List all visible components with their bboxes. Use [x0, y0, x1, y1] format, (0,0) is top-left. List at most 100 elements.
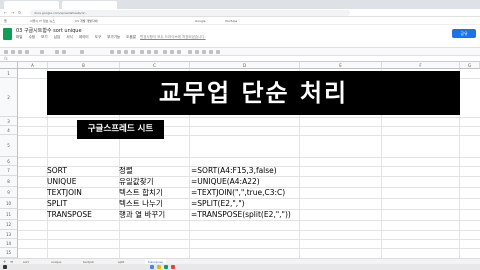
column-header[interactable]: F	[382, 62, 460, 69]
borders-icon[interactable]	[147, 50, 151, 54]
bookmark-item[interactable]: YouTube	[225, 18, 237, 24]
row-header[interactable]: 11	[0, 209, 18, 220]
column-header[interactable]: B	[48, 62, 120, 69]
italic-icon[interactable]	[117, 50, 121, 54]
function-formula-cell[interactable]: =TRANSPOSE(split(E2,","))	[191, 210, 291, 220]
row-header[interactable]: 3	[0, 117, 18, 126]
row-header[interactable]: 1	[0, 69, 18, 78]
function-desc-cell[interactable]: 유일값찾기	[119, 177, 154, 187]
reload-icon[interactable]: ↻	[18, 10, 21, 15]
column-header[interactable]: E	[300, 62, 382, 69]
app-icon[interactable]	[164, 265, 168, 269]
column-header[interactable]: D	[190, 62, 300, 69]
paint-format-icon[interactable]	[25, 50, 29, 54]
comment-icon[interactable]	[195, 50, 199, 54]
sheets-logo-icon[interactable]	[3, 28, 12, 40]
menu-addons[interactable]: 부가기능	[107, 35, 120, 39]
row-header[interactable]: 8	[0, 176, 18, 187]
row-header[interactable]: 6	[0, 157, 18, 166]
browser-tab-active[interactable]: 03 구글시트함수 sort unique	[62, 1, 117, 17]
app-icon[interactable]	[171, 265, 175, 269]
menu-data[interactable]: 데이터	[79, 35, 89, 39]
bookmark-item[interactable]: Google	[195, 18, 206, 24]
column-header[interactable]: A	[18, 62, 48, 69]
text-color-icon[interactable]	[131, 50, 135, 54]
function-name-cell[interactable]: UNIQUE	[47, 177, 76, 187]
title-banner[interactable]: 교무업 단순 처리	[47, 71, 460, 115]
function-formula-cell[interactable]: =UNIQUE(A4:A22)	[191, 177, 260, 187]
row-header[interactable]: 7	[0, 166, 18, 176]
share-button[interactable]: 공유	[452, 29, 476, 38]
function-icon[interactable]	[216, 50, 220, 54]
menu-format[interactable]: 서식	[66, 35, 72, 39]
row-header[interactable]: 14	[0, 239, 18, 248]
save-notice[interactable]: 변경사항이 모두 드라이브에 저장되었습니다.	[140, 35, 206, 40]
menu-insert[interactable]: 삽입	[54, 35, 60, 39]
function-name-cell[interactable]: TEXTJOIN	[47, 188, 82, 198]
address-bar-row: ← → ↻ docs.google.com/spreadsheets/d/...	[0, 9, 480, 17]
percent-icon[interactable]	[62, 50, 66, 54]
column-header[interactable]: C	[120, 62, 190, 69]
function-formula-cell[interactable]: =SPLIT(E2,",")	[191, 199, 245, 209]
url-input[interactable]: docs.google.com/spreadsheets/d/...	[30, 10, 350, 16]
subtitle-banner[interactable]: 구글스프레드 시트	[77, 120, 164, 139]
function-desc-cell[interactable]: 텍스트 합치기	[119, 188, 163, 198]
font-icon[interactable]	[80, 50, 84, 54]
row-header[interactable]: 4	[0, 126, 18, 135]
folder-icon[interactable]	[157, 265, 161, 269]
zoom-icon[interactable]	[40, 50, 44, 54]
chrome-icon[interactable]	[150, 265, 154, 269]
link-icon[interactable]	[188, 50, 192, 54]
windows-start-icon[interactable]	[3, 265, 7, 269]
menu-view[interactable]: 보기	[41, 35, 47, 39]
bookmark-item[interactable]: CS 개발 개발자에	[75, 18, 97, 24]
menu-tools[interactable]: 도구	[95, 35, 101, 39]
row-header[interactable]: 2	[0, 78, 18, 117]
function-formula-cell[interactable]: =SORT(A4:F15,3,false)	[191, 166, 277, 176]
forward-icon[interactable]: →	[11, 10, 14, 15]
bookmark-item[interactable]: 앱	[4, 18, 7, 24]
undo-icon[interactable]	[4, 50, 8, 54]
row-gridline	[18, 117, 480, 118]
select-all-corner[interactable]	[0, 62, 18, 69]
fill-color-icon[interactable]	[140, 50, 144, 54]
row-header[interactable]: 12	[0, 220, 18, 230]
row-gridline	[18, 248, 480, 249]
menu-help[interactable]: 도움말	[126, 35, 136, 39]
function-desc-cell[interactable]: 텍스트 나누기	[119, 199, 163, 209]
print-icon[interactable]	[18, 50, 22, 54]
column-header[interactable]: G	[460, 62, 480, 69]
bookmark-item[interactable]: 서울시 IT 정보 뉴스	[30, 18, 55, 24]
row-header[interactable]: 10	[0, 198, 18, 209]
function-name-cell[interactable]: SPLIT	[47, 199, 67, 209]
row-gridline	[18, 220, 480, 221]
valign-icon[interactable]	[170, 50, 174, 54]
function-name-cell[interactable]: SORT	[47, 166, 67, 176]
currency-icon[interactable]	[55, 50, 59, 54]
wrap-icon[interactable]	[177, 50, 181, 54]
back-icon[interactable]: ←	[4, 10, 7, 15]
row-header[interactable]: 9	[0, 187, 18, 198]
function-formula-cell[interactable]: =TEXTJOIN(",",true,C3:C)	[191, 188, 285, 198]
row-header[interactable]: 5	[0, 135, 18, 157]
menu-edit[interactable]: 수정	[29, 35, 35, 39]
redo-icon[interactable]	[11, 50, 15, 54]
bookmarks-bar: 앱 서울시 IT 정보 뉴스 CS 개발 개발자에 Google YouTube	[0, 17, 480, 25]
function-desc-cell[interactable]: 행과 열 바꾸기	[119, 210, 165, 220]
filter-icon[interactable]	[209, 50, 213, 54]
browser-tab[interactable]: 구글시트함수	[4, 1, 59, 17]
merge-icon[interactable]	[154, 50, 158, 54]
row-header[interactable]: 15	[0, 248, 18, 258]
function-desc-cell[interactable]: 정렬	[119, 166, 133, 176]
function-name-cell[interactable]: TRANSPOSE	[47, 210, 92, 220]
os-taskbar	[0, 264, 480, 270]
row-header[interactable]: 13	[0, 230, 18, 239]
menu-file[interactable]: 파일	[16, 35, 22, 39]
align-icon[interactable]	[163, 50, 167, 54]
bold-icon[interactable]	[110, 50, 114, 54]
chart-icon[interactable]	[202, 50, 206, 54]
share-label: 공유	[460, 31, 468, 36]
strikethrough-icon[interactable]	[124, 50, 128, 54]
doc-title[interactable]: 03 구글시트함수 sort unique	[16, 27, 82, 34]
row-gridline	[18, 230, 480, 231]
